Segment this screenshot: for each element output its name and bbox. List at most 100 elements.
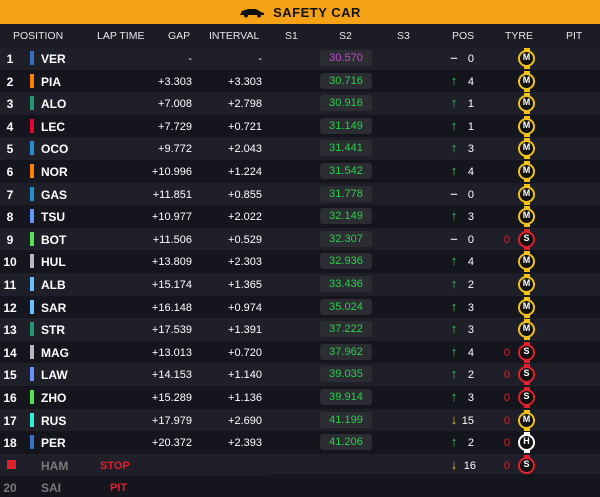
interval-value: +1.136 bbox=[228, 392, 262, 404]
driver-code: LAW bbox=[41, 368, 68, 383]
driver-code: SAI bbox=[41, 481, 62, 496]
positions-gained: 4 bbox=[467, 166, 474, 178]
position-number: 9 bbox=[6, 232, 14, 247]
col-s3: S3 bbox=[397, 30, 410, 42]
tyre-marker bbox=[523, 93, 530, 97]
position-number: 14 bbox=[3, 345, 17, 360]
table-row[interactable]: 15 LAW +14.153 +1.140 39.035 ↑ 2 0 S bbox=[0, 363, 600, 386]
driver-code: PER bbox=[41, 436, 66, 451]
table-row[interactable]: 16 ZHO +15.289 +1.136 39.914 ↑ 3 0 S bbox=[0, 386, 600, 409]
table-row[interactable]: 8 TSU +10.977 +2.022 32.149 ↑ 3 M bbox=[0, 205, 600, 228]
table-row[interactable]: 14 MAG +13.013 +0.720 37.962 ↑ 4 0 S bbox=[0, 340, 600, 364]
position-change-down-icon: ↓ bbox=[450, 411, 458, 427]
tyre-compound-icon: S bbox=[517, 341, 536, 363]
tyre-marker bbox=[523, 115, 530, 119]
gap-value: +13.809 bbox=[151, 256, 192, 269]
tyre-letter: M bbox=[522, 165, 531, 175]
tyre-compound-icon: M bbox=[517, 409, 536, 431]
tyre-compound-icon: S bbox=[517, 228, 536, 250]
driver-code: HAM bbox=[41, 458, 69, 473]
tyre-age: 0 bbox=[503, 346, 510, 359]
tyre-letter: M bbox=[522, 300, 531, 311]
tyre-letter: M bbox=[522, 97, 531, 108]
tyre-marker bbox=[523, 319, 530, 323]
tyre-marker bbox=[523, 274, 530, 277]
tyre-marker bbox=[523, 454, 530, 458]
table-row[interactable]: 9 BOT +11.506 +0.529 32.307–0 0 S bbox=[0, 227, 600, 251]
tyre-marker bbox=[523, 48, 530, 51]
tyre-marker bbox=[523, 296, 530, 300]
position-number: 8 bbox=[6, 210, 14, 225]
table-row[interactable]: 4 LEC +7.729 +0.721 31.149 ↑ 1 M bbox=[0, 114, 600, 138]
table-row[interactable]: 1 VER - - 30.570 –0 M bbox=[0, 47, 600, 70]
position-number: 6 bbox=[6, 165, 14, 179]
tyre-marker bbox=[523, 427, 530, 431]
interval-value: +0.721 bbox=[228, 120, 262, 133]
table-row[interactable]: 5 OCO +9.772 +2.043 31.441 ↑ 3 M bbox=[0, 137, 600, 160]
position-change-up-icon: ↑ bbox=[450, 163, 458, 178]
driver-status: STOP bbox=[100, 459, 130, 472]
team-color-bar bbox=[30, 164, 34, 178]
positions-gained: 4 bbox=[467, 75, 474, 88]
tyre-age: 0 bbox=[503, 459, 510, 472]
table-row[interactable]: 12 SAR +16.148 +0.974 35.024 ↑ 3 M bbox=[0, 295, 600, 319]
team-color-bar bbox=[30, 73, 34, 88]
team-color-bar bbox=[30, 231, 34, 246]
position-number: 20 bbox=[3, 481, 17, 496]
driver-code: HUL bbox=[41, 255, 66, 270]
position-change-up-icon: ↑ bbox=[450, 253, 458, 269]
team-color-bar bbox=[30, 277, 34, 291]
sector2-time: 30.716 bbox=[320, 72, 372, 89]
interval-value: +0.529 bbox=[228, 233, 262, 246]
tyre-marker bbox=[523, 405, 530, 408]
table-row[interactable]: 11 ALB +15.174 +1.365 33.436 ↑ 2 M bbox=[0, 273, 600, 296]
table-row[interactable]: 7 GAS +11.851 +0.855 31.778 –0 M bbox=[0, 182, 600, 206]
retired-flag-icon bbox=[7, 459, 16, 469]
table-row[interactable]: HAM STOP ↓ 16 0 S bbox=[0, 453, 600, 477]
tyre-marker bbox=[523, 70, 530, 74]
interval-value: +0.720 bbox=[228, 346, 262, 359]
table-row[interactable]: 6 NOR +10.996 +1.224 31.542 ↑ 4 M bbox=[0, 160, 600, 183]
tyre-compound-icon: M bbox=[517, 206, 536, 228]
interval-value: +2.393 bbox=[228, 437, 262, 450]
col-pos: POS bbox=[452, 30, 475, 42]
tyre-compound-icon: M bbox=[517, 93, 536, 115]
tyre-marker bbox=[523, 251, 530, 255]
team-color-bar bbox=[30, 118, 34, 133]
table-row[interactable]: 3 ALO +7.008 +2.798 30.916 ↑ 1 M bbox=[0, 92, 600, 115]
tyre-marker bbox=[523, 88, 530, 92]
gap-value: +3.303 bbox=[158, 75, 192, 88]
tyre-letter: S bbox=[523, 391, 530, 401]
table-row[interactable]: 10 HUL +13.809 +2.303 32.936 ↑ 4 M bbox=[0, 250, 600, 273]
team-color-bar bbox=[30, 254, 34, 269]
tyre-letter: S bbox=[523, 458, 530, 469]
tyre-compound-icon: M bbox=[517, 161, 536, 182]
tyre-marker bbox=[523, 450, 530, 454]
position-change-up-icon: ↑ bbox=[450, 72, 458, 88]
position-number: 15 bbox=[3, 368, 17, 383]
tyre-letter: M bbox=[522, 52, 531, 62]
tyre-letter: M bbox=[522, 74, 531, 85]
interval-value: +1.224 bbox=[228, 166, 262, 178]
position-change-up-icon: ↑ bbox=[450, 140, 458, 156]
position-change-none-icon: – bbox=[450, 185, 458, 201]
positions-lost: 16 bbox=[463, 459, 476, 472]
team-color-bar bbox=[30, 390, 34, 404]
position-change-up-icon: ↑ bbox=[450, 95, 458, 111]
position-number: 13 bbox=[3, 323, 17, 338]
positions-gained: 0 bbox=[467, 233, 474, 246]
table-row[interactable]: 2 PIA +3.303 +3.303 30.716 ↑ 4 M bbox=[0, 69, 600, 93]
table-row[interactable]: 17 RUS +17.979 +2.690 41.199 ↓ 15 0 M bbox=[0, 408, 600, 432]
sector2-time: 32.307 bbox=[320, 230, 372, 247]
tyre-age: 0 bbox=[503, 437, 510, 450]
tyre-marker bbox=[523, 111, 530, 115]
driver-status: PIT bbox=[110, 482, 128, 495]
table-row[interactable]: 18 PER +20.372 +2.393 41.206 ↑ 2 0 H bbox=[0, 431, 600, 454]
interval-value: +2.022 bbox=[228, 211, 262, 224]
gap-value: +14.153 bbox=[151, 369, 192, 382]
tyre-letter: S bbox=[523, 232, 530, 243]
column-header: POSITION LAP TIME GAP INTERVAL S1 S2 S3 … bbox=[0, 24, 600, 47]
position-change-down-icon: ↓ bbox=[450, 456, 458, 472]
sector2-time: 37.222 bbox=[320, 321, 372, 338]
table-row[interactable]: 13 STR +17.539 +1.391 37.222 ↑ 3 M bbox=[0, 318, 600, 341]
